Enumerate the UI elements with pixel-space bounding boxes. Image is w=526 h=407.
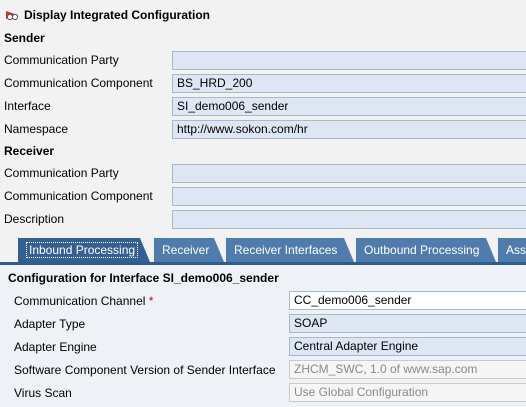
required-marker: *: [148, 294, 154, 308]
software-component-label: Software Component Version of Sender Int…: [14, 363, 276, 377]
glasses-icon: [6, 11, 19, 21]
channel-label: Communication Channel *: [14, 294, 153, 308]
tab-inbound-processing-label: Inbound Processing: [26, 242, 138, 258]
tab-receiver[interactable]: Receiver: [154, 238, 224, 262]
sender-component-field[interactable]: BS_HRD_200: [172, 74, 526, 93]
tab-receiver-interfaces-label: Receiver Interfaces: [234, 243, 338, 257]
receiver-party-label: Communication Party: [4, 166, 119, 180]
tab-assignment-label: Ass: [506, 243, 526, 257]
receiver-description-label: Description: [4, 212, 65, 226]
adapter-engine-field[interactable]: Central Adapter Engine: [289, 337, 526, 356]
receiver-party-field[interactable]: [172, 164, 526, 183]
virus-scan-field[interactable]: Use Global Configuration: [289, 383, 526, 402]
sender-heading: Sender: [4, 31, 45, 45]
sender-interface-field[interactable]: SI_demo006_sender: [172, 97, 526, 116]
receiver-component-field[interactable]: [172, 187, 526, 206]
sender-party-field[interactable]: [172, 51, 526, 70]
software-component-field[interactable]: ZHCM_SWC, 1.0 of www.sap.com: [289, 360, 526, 379]
page-title: Display Integrated Configuration: [24, 8, 211, 22]
sender-namespace-field[interactable]: http://www.sokon.com/hr: [172, 120, 526, 139]
tab-strip: Inbound Processing Receiver Receiver Int…: [0, 238, 526, 265]
receiver-heading: Receiver: [4, 144, 55, 158]
communication-channel-field[interactable]: CC_demo006_sender: [289, 291, 526, 310]
config-heading: Configuration for Interface SI_demo006_s…: [8, 271, 279, 285]
channel-label-text: Communication Channel: [14, 294, 146, 308]
adapter-type-label: Adapter Type: [14, 317, 86, 331]
tab-outbound-processing-label: Outbound Processing: [364, 243, 480, 257]
tab-receiver-interfaces[interactable]: Receiver Interfaces: [226, 238, 354, 262]
adapter-type-field[interactable]: SOAP: [289, 314, 526, 333]
tab-assignment[interactable]: Ass: [498, 238, 526, 262]
sender-component-label: Communication Component: [4, 76, 153, 90]
tab-inbound-processing[interactable]: Inbound Processing: [18, 238, 150, 262]
virus-scan-label: Virus Scan: [14, 386, 72, 400]
tab-receiver-label: Receiver: [162, 243, 210, 257]
sender-interface-label: Interface: [4, 99, 51, 113]
receiver-description-field[interactable]: [172, 210, 526, 229]
receiver-component-label: Communication Component: [4, 189, 153, 203]
sender-namespace-label: Namespace: [4, 122, 69, 136]
adapter-engine-label: Adapter Engine: [14, 340, 97, 354]
sender-party-label: Communication Party: [4, 53, 119, 67]
tab-outbound-processing[interactable]: Outbound Processing: [356, 238, 496, 262]
